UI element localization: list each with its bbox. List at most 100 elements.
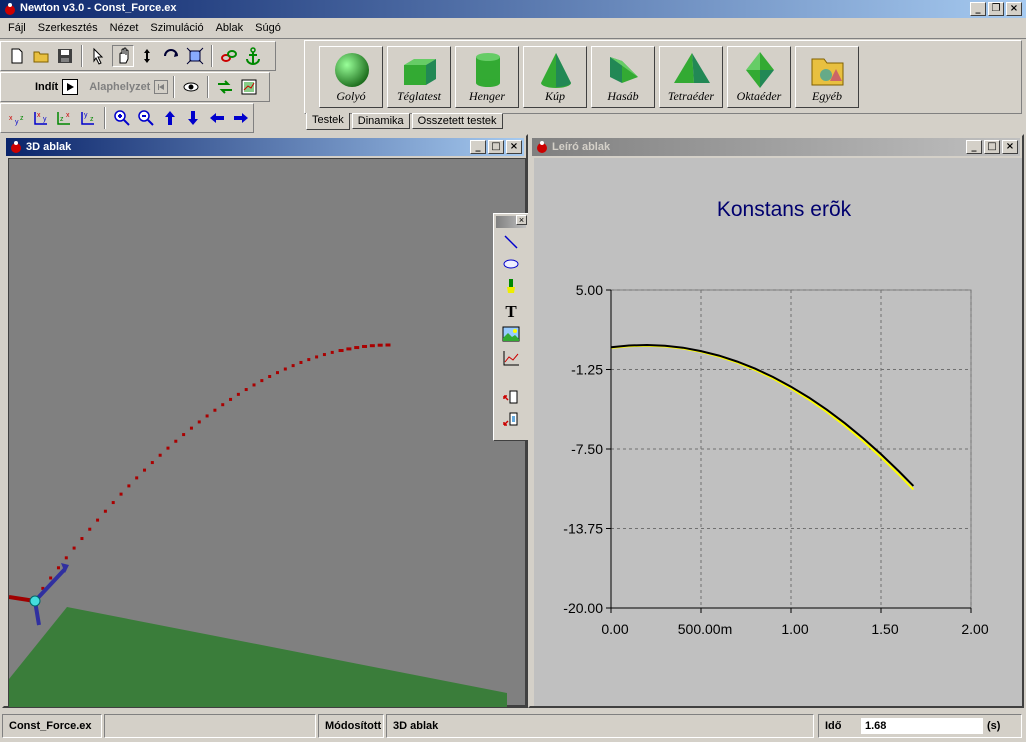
view-yz-button[interactable]: yz [77,107,99,129]
bring-forward-tool[interactable] [500,388,522,408]
tab-bodies[interactable]: Testek [306,113,350,130]
svg-text:x: x [9,115,13,122]
window-title: Newton v3.0 - Const_Force.ex [20,2,177,14]
status-message [104,714,316,738]
window-descriptor-maximize-button[interactable]: □ [984,140,1000,154]
move-right-button[interactable] [230,107,252,129]
scale-icon [186,47,204,65]
tab-dynamics[interactable]: Dinamika [351,113,410,129]
palette-octahedron-button[interactable]: Oktaéder [727,46,791,108]
minimize-button[interactable]: _ [970,2,986,16]
send-backward-tool[interactable] [500,410,522,430]
view-button[interactable] [180,76,202,98]
new-file-icon [11,48,23,64]
move-up-button[interactable] [159,107,181,129]
graph-tool[interactable] [500,348,522,368]
fill-tool[interactable] [500,276,522,296]
anchor-icon [246,47,260,65]
new-file-button[interactable] [6,45,28,67]
view-z-up-button[interactable]: xz [54,107,76,129]
xyz-axes-icon: xyz [9,115,24,126]
image-tool[interactable] [500,324,522,344]
descriptor-pane: Konstans erõk 0.00 500.00m 1.00 1.50 2.00 5.0… [534,158,1022,706]
window-descriptor-close-button[interactable]: × [1002,140,1018,154]
trajectory-dot [330,350,334,354]
link-button[interactable] [218,45,240,67]
move-left-button[interactable] [206,107,228,129]
draw-line-tool[interactable] [500,232,522,252]
zoom-out-button[interactable] [135,107,157,129]
x-tick-label: 2.00 [961,621,988,637]
x-tick-label: 1.50 [871,621,898,637]
arrow-up-icon [164,111,175,125]
drawing-toolbox-close-button[interactable]: × [516,215,527,225]
close-button[interactable]: × [1006,2,1022,16]
palette-label: Oktaéder [736,89,782,103]
palette-sphere-button[interactable]: Golyó [319,46,383,108]
window-3d-minimize-button[interactable]: _ [470,140,486,154]
palette-label: Tetraéder [667,89,715,103]
palette-prism-button[interactable]: Hasáb [591,46,655,108]
zoom-in-button[interactable] [111,107,133,129]
window-3d-maximize-button[interactable]: □ [488,140,504,154]
open-file-button[interactable] [30,45,52,67]
trajectory-dot [354,346,360,350]
menu-file[interactable]: Fájl [2,22,32,34]
anchor-button[interactable] [242,45,264,67]
palette-other-button[interactable]: Egyéb [795,46,859,108]
palette-tetrahedron-button[interactable]: Tetraéder [659,46,723,108]
palette-label: Golyó [336,89,366,103]
menu-view[interactable]: Nézet [104,22,145,34]
paint-brush-icon [507,279,515,293]
tetrahedron-icon [674,53,710,83]
restore-button[interactable]: ❐ [988,2,1004,16]
trajectory-dot [103,509,107,513]
zoom-in-icon [114,110,130,126]
select-tool-button[interactable] [88,45,110,67]
tab-compound-bodies[interactable]: Osszetett testek [411,113,503,129]
palette-cylinder-button[interactable]: Henger [455,46,519,108]
rotate-button[interactable] [160,45,182,67]
save-button[interactable] [54,45,76,67]
vertical-move-button[interactable] [136,45,158,67]
start-button[interactable] [62,79,79,95]
rewind-icon [158,84,165,90]
svg-text:z: z [60,116,64,123]
window-descriptor-minimize-button[interactable]: _ [966,140,982,154]
svg-text:x: x [37,112,41,119]
save-icon [58,49,72,63]
swap-button[interactable] [214,76,236,98]
window-descriptor-title: Leíró ablak [552,141,611,153]
send-backward-icon [503,412,518,426]
trajectory-dot [275,371,279,375]
y-tick-label: -20.00 [563,600,603,616]
toolbar-separator [207,76,210,98]
trajectory-dot [111,501,115,505]
line-chart[interactable]: Konstans erõk 0.00 500.00m 1.00 1.50 2.00 5.0… [534,158,1022,706]
3d-scene[interactable] [8,159,527,707]
palette-box-button[interactable]: Téglatest [387,46,451,108]
menu-help[interactable]: Súgó [249,22,287,34]
palette-cone-button[interactable]: Kúp [523,46,587,108]
scale-button[interactable] [184,45,206,67]
text-tool[interactable]: T [500,302,522,322]
window-3d-close-button[interactable]: × [506,140,522,154]
draw-ellipse-tool[interactable] [500,254,522,274]
menu-window[interactable]: Ablak [210,22,250,34]
move-down-button[interactable] [183,107,205,129]
drawing-toolbox: × T [493,213,529,441]
graph-window-button[interactable] [238,76,260,98]
play-icon [67,83,75,91]
3d-viewport[interactable]: × T [8,158,529,707]
toolbar-row-3: xyz xy xz yz [0,103,254,133]
view-xy-button[interactable]: xyz [6,107,28,129]
menu-edit[interactable]: Szerkesztés [32,22,104,34]
view-x-up-button[interactable]: xy [30,107,52,129]
menu-simulation[interactable]: Szimuláció [144,22,209,34]
chart-grid [610,289,972,609]
trajectory-dot [221,403,225,407]
reset-button[interactable] [154,80,169,94]
image-icon [502,326,520,342]
trajectory-dot [346,347,352,351]
hand-tool-button[interactable] [112,45,134,67]
